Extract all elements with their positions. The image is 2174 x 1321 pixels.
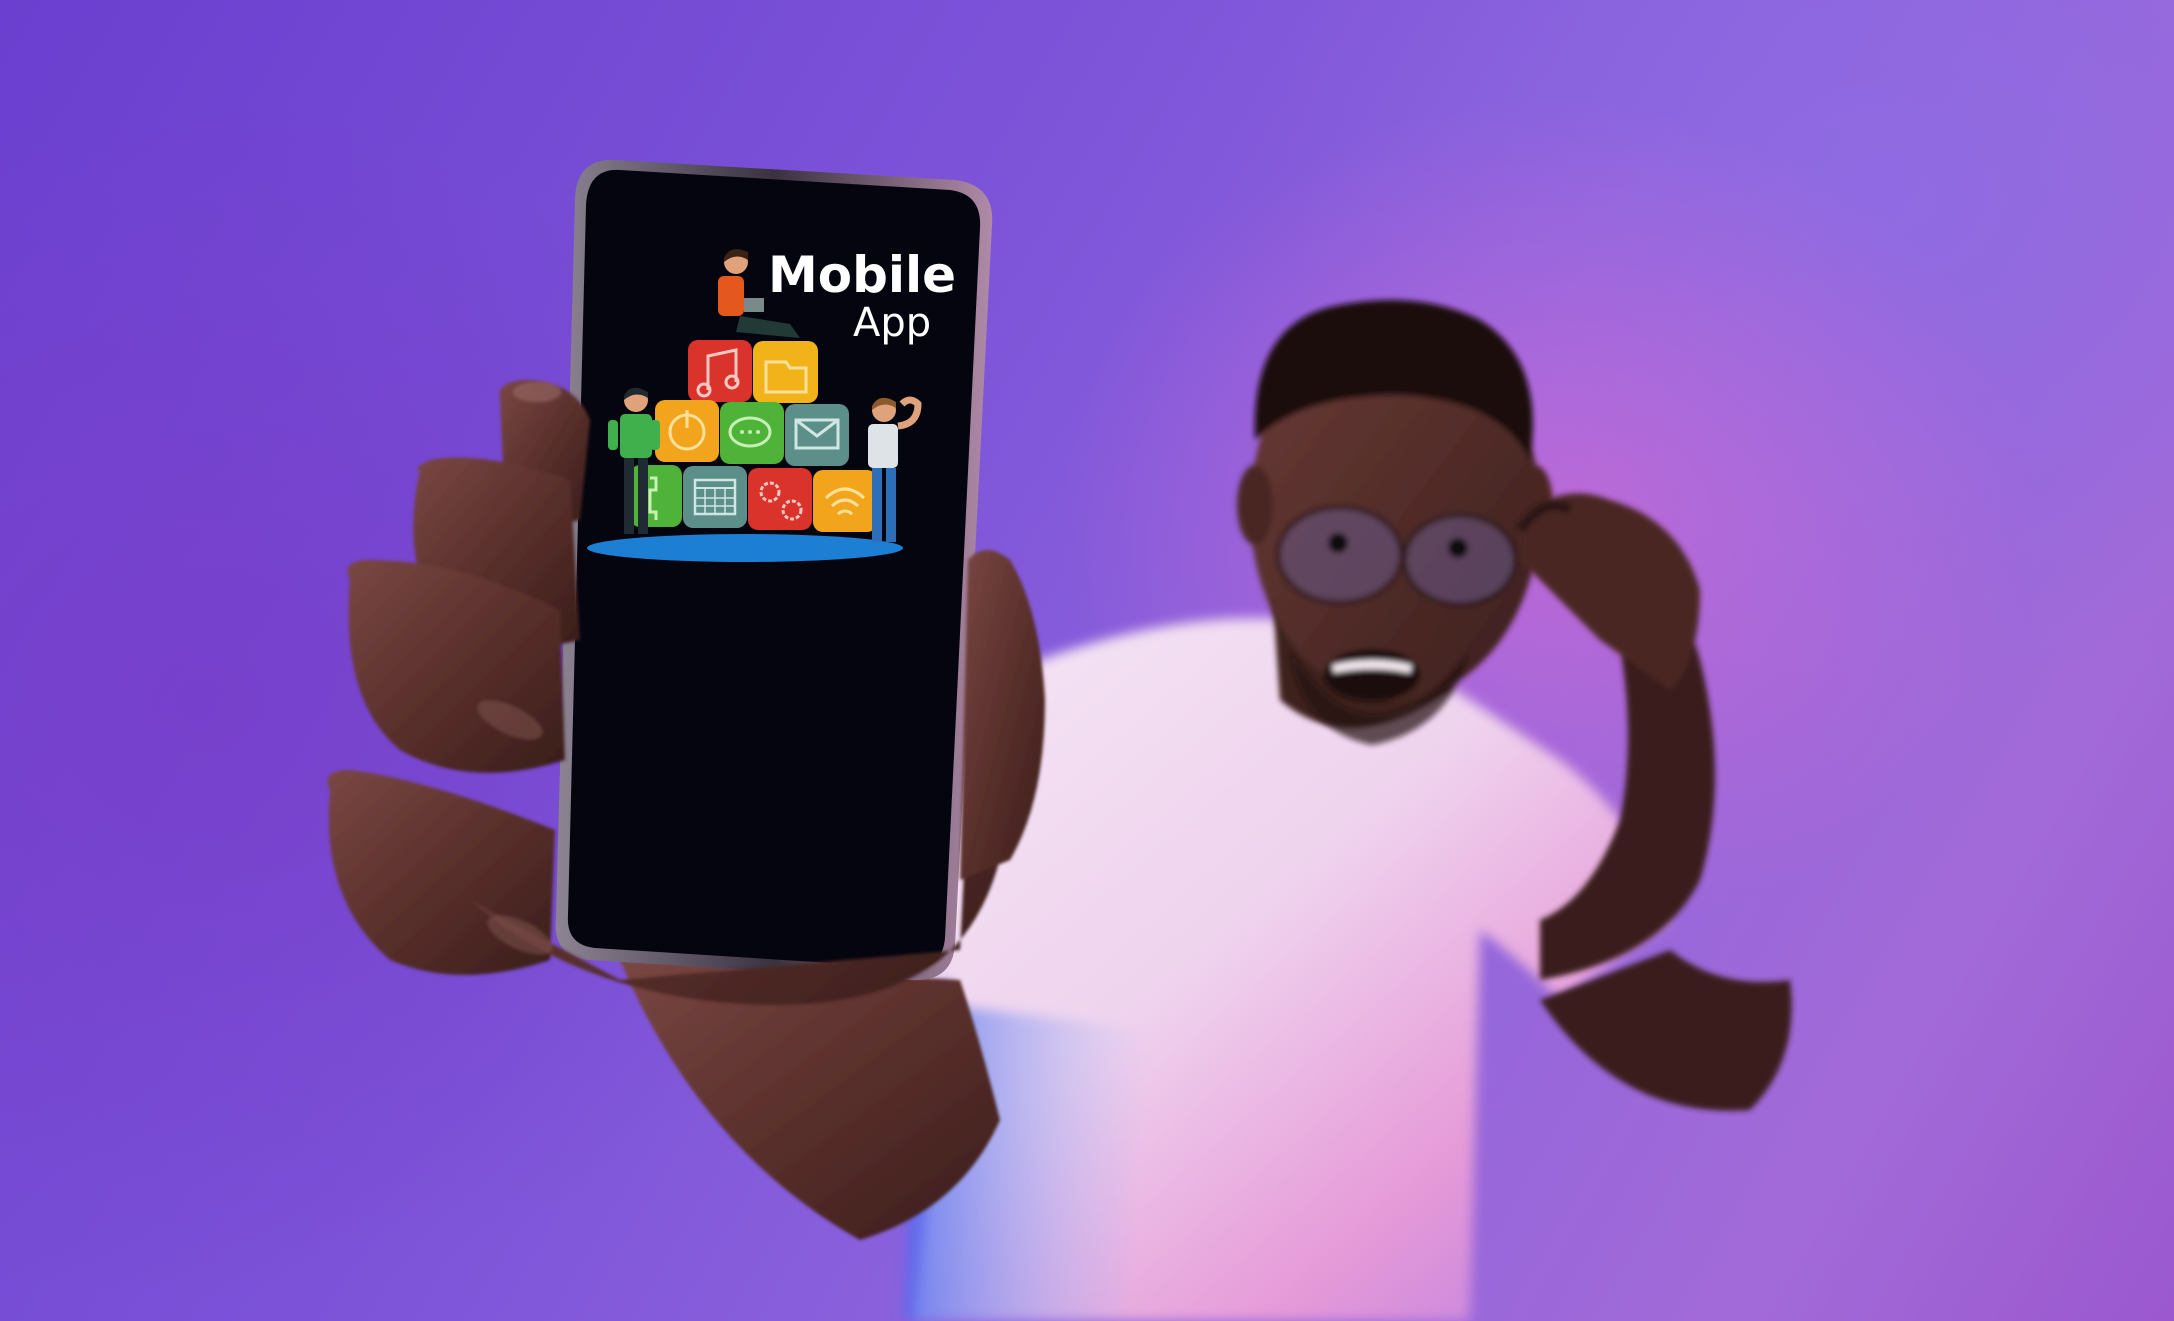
chat-bubble-icon (720, 402, 784, 464)
app-title-app: App (853, 300, 931, 346)
gears-icon (748, 468, 812, 530)
photo-scene: Mobile App (0, 0, 2174, 1321)
wifi-icon (813, 470, 877, 532)
folder-icon (753, 341, 818, 403)
calendar-icon (683, 466, 747, 528)
phone-icon (630, 465, 682, 527)
app-title-mobile: Mobile (768, 246, 956, 304)
phone-and-hand: Mobile App (327, 159, 1045, 1240)
music-note-icon (688, 340, 752, 402)
power-icon (655, 400, 719, 462)
mail-icon (785, 404, 849, 466)
